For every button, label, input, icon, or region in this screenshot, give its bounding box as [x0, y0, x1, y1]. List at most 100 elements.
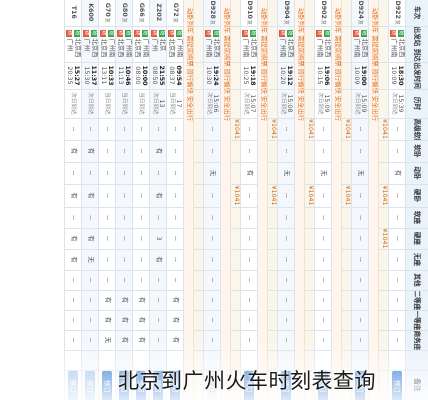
stations: 北京西广州	[64, 26, 82, 62]
duration: 当日到达	[98, 89, 116, 118]
seat-hard-sleeper: --	[314, 184, 332, 207]
train-number-text[interactable]: D922	[394, 1, 401, 19]
seat-soft-seat: --	[388, 207, 406, 228]
seat-soft-sleeper: 有	[64, 140, 82, 162]
seat-second: 有	[115, 290, 133, 310]
arrival-time: 08:00	[134, 66, 141, 85]
arrival-station: 广州南	[204, 30, 212, 62]
seat-no-seat: --	[166, 249, 184, 270]
price-cell-empty	[193, 228, 204, 249]
duration: 15:39 次日到达	[388, 89, 406, 118]
price-cell-empty	[193, 310, 204, 330]
train-number-text[interactable]: D924	[357, 1, 364, 19]
departure-time: 19:00	[360, 65, 367, 86]
arrival-station: 北京西	[99, 30, 107, 62]
price-cell-empty	[230, 249, 241, 270]
train-tag: 复	[104, 17, 111, 23]
duration: 15:09 次日到达	[314, 89, 332, 118]
seat-hard-sleeper: --	[115, 184, 133, 207]
duration: 当日到达	[115, 89, 133, 118]
seat-hard-seat: 有	[64, 228, 82, 249]
price-cell-empty	[341, 26, 352, 62]
duration-value: 15:39	[397, 94, 404, 113]
train-number-text[interactable]: D928	[209, 1, 216, 19]
seat-second: --	[351, 290, 369, 310]
seat-other: --	[277, 270, 295, 290]
arrival-day: 次日到达	[243, 92, 249, 115]
arrival-station: 广州	[150, 30, 158, 62]
price-cell-empty	[304, 207, 315, 228]
seat-first: 有	[132, 310, 150, 330]
times: 09:54 08:37	[166, 62, 184, 89]
train-number-text[interactable]: K600	[87, 3, 94, 21]
train-number-text[interactable]: G70	[104, 3, 111, 17]
arrival-day: 次日到达	[152, 92, 158, 115]
train-number-text[interactable]: D904	[283, 1, 290, 19]
seat-soft-seat: --	[240, 207, 258, 228]
arrival-station: 广州南	[241, 30, 249, 62]
price-cell-empty	[230, 207, 241, 228]
seat-no-seat: 无	[81, 249, 99, 270]
train-number-text[interactable]: Z202	[155, 3, 162, 21]
train-number-text[interactable]: D910	[246, 1, 253, 19]
departure-station: 广州南	[141, 30, 149, 62]
train-number-text[interactable]: G66	[138, 3, 145, 17]
seat-hard-seat: --	[98, 228, 116, 249]
seat-soft-seat: --	[115, 207, 133, 228]
times: 19:24 10:30	[203, 62, 221, 89]
price-cell-empty	[304, 89, 315, 118]
price-cell-empty	[193, 0, 204, 26]
header-times: 出发时间 到达时间	[405, 62, 428, 89]
price-cell-empty	[267, 162, 278, 184]
price-cell-empty	[341, 270, 352, 290]
seat-soft-seat: --	[64, 207, 82, 228]
train-number-text[interactable]: G80	[121, 3, 128, 17]
price-cell-empty	[304, 162, 315, 184]
price-cell-empty	[304, 270, 315, 290]
times: 21:55 08:50	[149, 62, 167, 89]
seat-move-sleeper: 无	[203, 162, 221, 184]
seat-price: ¥1041	[378, 118, 389, 140]
seat-second: --	[81, 290, 99, 310]
departure-station: 北京	[158, 30, 166, 62]
seat-other: --	[64, 270, 82, 290]
seat-first: --	[277, 310, 295, 330]
train-number: D904复	[277, 0, 295, 26]
stations: 北京西广州南	[388, 26, 406, 62]
seat-soft-seat: --	[166, 207, 184, 228]
seat-hard-seat: --	[132, 228, 150, 249]
seat-hard-sleeper: --	[132, 184, 150, 207]
seat-premium-sleeper: --	[314, 118, 332, 140]
seat-move-sleeper: --	[149, 162, 167, 184]
train-tag: 复	[121, 17, 128, 23]
train-number-text[interactable]: D902	[320, 1, 327, 19]
header-soft-sleeper: 软卧	[405, 140, 428, 162]
price-cell-empty	[230, 89, 241, 118]
price-cell-empty	[304, 310, 315, 330]
seat-first: --	[64, 310, 82, 330]
train-number: G72复	[166, 0, 184, 26]
price-cell-empty	[267, 270, 278, 290]
times: 19:12 10:20	[277, 62, 295, 89]
seat-premium-sleeper: --	[81, 118, 99, 140]
train-number-text[interactable]: T16	[70, 6, 77, 19]
seat-premium-sleeper: --	[166, 118, 184, 140]
seat-price: ¥1041	[304, 118, 315, 140]
price-cell-empty	[230, 228, 241, 249]
price-cell-empty	[193, 89, 204, 118]
train-number-text[interactable]: G72	[172, 3, 179, 17]
arrival-day: 次日到达	[280, 92, 286, 115]
seat-second: --	[203, 290, 221, 310]
train-tag: 复	[172, 17, 179, 23]
seat-price: ¥1041	[341, 184, 352, 207]
stations: 北京西广州南	[314, 26, 332, 62]
duration-value: 13	[158, 99, 165, 108]
seat-no-seat: --	[203, 249, 221, 270]
seat-second: 有	[132, 290, 150, 310]
seat-soft-seat: --	[149, 207, 167, 228]
arrival-time: 10:20	[279, 66, 286, 85]
times: 19:18 10:25	[240, 62, 258, 89]
arrival-day: 次日到达	[391, 92, 397, 115]
seat-premium-sleeper: --	[64, 118, 82, 140]
seat-soft-sleeper: --	[240, 140, 258, 162]
